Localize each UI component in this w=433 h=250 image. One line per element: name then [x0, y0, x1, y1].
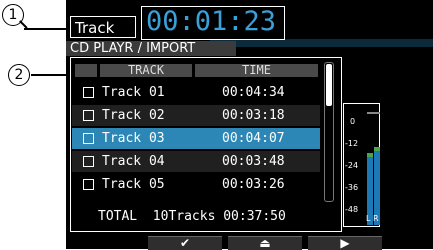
- checkbox[interactable]: [83, 87, 94, 98]
- checkbox[interactable]: [83, 110, 94, 121]
- track-name: Track 05: [102, 177, 165, 192]
- list-item[interactable]: Track 02 00:03:18: [72, 105, 320, 126]
- column-header-track: TRACK: [100, 64, 192, 77]
- column-header-check: [75, 64, 97, 77]
- callout-2: 2: [8, 64, 30, 86]
- meter-peak-left: [367, 153, 373, 157]
- checkbox[interactable]: [83, 133, 94, 144]
- meter-scale-12: -12: [345, 139, 359, 148]
- checkbox[interactable]: [83, 179, 94, 190]
- track-name: Track 04: [102, 154, 165, 169]
- list-item[interactable]: Track 04 00:03:48: [72, 151, 320, 172]
- meter-channel-right: R: [373, 214, 379, 223]
- track-name: Track 01: [102, 85, 165, 100]
- current-track-label: Track 03: [70, 16, 136, 59]
- column-header-time: TIME: [195, 64, 318, 77]
- track-name: Track 02: [102, 108, 165, 123]
- meter-scale-24: -24: [345, 161, 359, 170]
- play-icon: ▶: [340, 236, 350, 250]
- checkmark-icon: ✔: [179, 236, 191, 250]
- track-time: 00:04:34: [222, 85, 285, 100]
- track-time: 00:04:07: [222, 131, 285, 146]
- callout-1-leader: [24, 28, 71, 30]
- mode-title: CD PLAYR / IMPORT: [66, 41, 236, 56]
- meter-peak-right: [374, 147, 380, 151]
- header-strip: [210, 39, 433, 47]
- list-item-selected[interactable]: Track 03 00:04:07: [72, 128, 320, 149]
- track-name: Track 03: [102, 131, 165, 146]
- meter-scale-36: -36: [345, 183, 359, 192]
- elapsed-time: 00:01:23: [146, 6, 277, 37]
- checkbox[interactable]: [83, 156, 94, 167]
- track-time: 00:03:48: [222, 154, 285, 169]
- eject-icon: ⏏: [259, 236, 271, 250]
- scrollbar-thumb[interactable]: [326, 64, 332, 106]
- eject-button[interactable]: ⏏: [228, 236, 302, 250]
- play-button[interactable]: ▶: [308, 236, 382, 250]
- meter-scale-0: 0: [350, 117, 356, 126]
- meter-channel-left: L: [366, 214, 371, 223]
- track-time: 00:03:18: [222, 108, 285, 123]
- callout-2-leader: [31, 74, 71, 76]
- meter-scale-48: -48: [345, 205, 359, 214]
- list-item[interactable]: Track 01 00:04:34: [72, 82, 320, 103]
- meter-top-cap: [367, 112, 380, 114]
- list-item[interactable]: Track 05 00:03:26: [72, 174, 320, 195]
- confirm-button[interactable]: ✔: [148, 236, 222, 250]
- track-time: 00:03:26: [222, 177, 285, 192]
- total-summary: TOTAL 10Tracks 00:37:50: [98, 209, 286, 224]
